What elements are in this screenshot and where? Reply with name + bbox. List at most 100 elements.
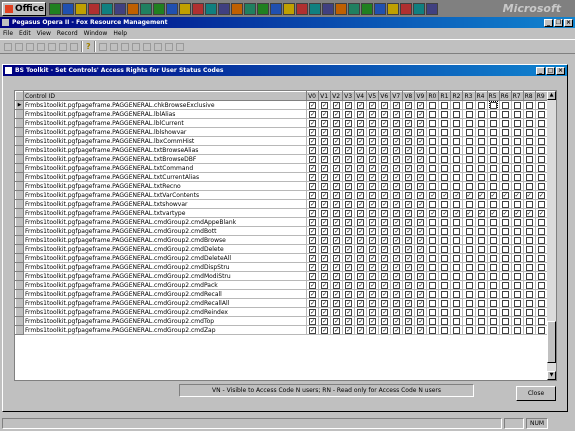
- access-checkbox[interactable]: ✓: [309, 218, 317, 226]
- access-checkbox[interactable]: [525, 308, 533, 316]
- access-checkbox[interactable]: ✓: [309, 110, 317, 118]
- access-checkbox[interactable]: ✓: [417, 200, 425, 208]
- access-checkbox[interactable]: [477, 155, 485, 163]
- access-checkbox[interactable]: ✓: [357, 173, 365, 181]
- access-checkbox[interactable]: ✓: [345, 173, 353, 181]
- table-row[interactable]: Frmbs1toolkit.pgfpageframe.PAGGENERAL.tx…: [15, 181, 549, 191]
- access-checkbox[interactable]: [429, 146, 437, 154]
- access-checkbox[interactable]: ✓: [345, 182, 353, 190]
- print-icon[interactable]: [175, 42, 184, 51]
- access-checkbox[interactable]: ✓: [381, 308, 389, 316]
- access-checkbox[interactable]: [489, 290, 497, 298]
- access-checkbox[interactable]: ✓: [345, 146, 353, 154]
- access-checkbox[interactable]: [525, 272, 533, 280]
- access-checkbox[interactable]: ✓: [309, 263, 317, 271]
- access-checkbox[interactable]: ✓: [417, 191, 425, 199]
- row-selector[interactable]: [15, 154, 25, 164]
- access-checkbox[interactable]: ✓: [321, 110, 329, 118]
- access-checkbox[interactable]: ✓: [309, 200, 317, 208]
- table-row[interactable]: Frmbs1toolkit.pgfpageframe.PAGGENERAL.tx…: [15, 208, 549, 218]
- access-checkbox[interactable]: [429, 272, 437, 280]
- access-checkbox[interactable]: [537, 308, 545, 316]
- access-checkbox[interactable]: [537, 281, 545, 289]
- access-checkbox[interactable]: ✓: [381, 182, 389, 190]
- access-checkbox[interactable]: [501, 119, 509, 127]
- access-checkbox[interactable]: [477, 101, 485, 109]
- access-checkbox[interactable]: [513, 164, 521, 172]
- access-checkbox[interactable]: [453, 281, 461, 289]
- access-checkbox[interactable]: ✓: [333, 155, 341, 163]
- access-checkbox[interactable]: [429, 173, 437, 181]
- access-checkbox[interactable]: [501, 290, 509, 298]
- access-checkbox[interactable]: [513, 290, 521, 298]
- new-icon[interactable]: [4, 42, 12, 51]
- help-icon[interactable]: ?: [86, 42, 91, 51]
- access-checkbox[interactable]: [513, 101, 521, 109]
- office-shortcut-icon[interactable]: [205, 2, 217, 15]
- access-checkbox[interactable]: [429, 290, 437, 298]
- access-checkbox[interactable]: ✓: [345, 209, 353, 217]
- access-checkbox[interactable]: ✓: [381, 137, 389, 145]
- access-checkbox[interactable]: [441, 128, 449, 136]
- menu-file[interactable]: File: [3, 30, 13, 37]
- access-checkbox[interactable]: ✓: [333, 146, 341, 154]
- access-checkbox[interactable]: [537, 218, 545, 226]
- access-checkbox[interactable]: [489, 128, 497, 136]
- access-checkbox[interactable]: [441, 254, 449, 262]
- table-row[interactable]: Frmbs1toolkit.pgfpageframe.PAGGENERAL.tx…: [15, 172, 549, 182]
- access-checkbox[interactable]: ✓: [357, 155, 365, 163]
- table-row[interactable]: Frmbs1toolkit.pgfpageframe.PAGGENERAL.cm…: [15, 316, 549, 326]
- access-checkbox[interactable]: ✓: [381, 128, 389, 136]
- access-checkbox[interactable]: ✓: [405, 191, 413, 199]
- access-checkbox[interactable]: [489, 263, 497, 271]
- access-checkbox[interactable]: [429, 101, 437, 109]
- access-checkbox[interactable]: ✓: [333, 173, 341, 181]
- access-checkbox[interactable]: [525, 254, 533, 262]
- access-checkbox[interactable]: ✓: [501, 191, 509, 199]
- row-selector[interactable]: [15, 190, 25, 200]
- column-header-v3[interactable]: V3: [342, 91, 356, 101]
- access-checkbox[interactable]: ✓: [381, 218, 389, 226]
- access-checkbox[interactable]: ✓: [321, 200, 329, 208]
- access-checkbox[interactable]: [489, 227, 497, 235]
- access-checkbox[interactable]: [477, 128, 485, 136]
- access-checkbox[interactable]: ✓: [381, 326, 389, 334]
- access-checkbox[interactable]: [441, 272, 449, 280]
- access-checkbox[interactable]: ✓: [525, 209, 533, 217]
- access-checkbox[interactable]: ✓: [333, 128, 341, 136]
- access-checkbox[interactable]: [513, 227, 521, 235]
- access-checkbox[interactable]: ✓: [333, 245, 341, 253]
- access-checkbox[interactable]: [489, 200, 497, 208]
- access-checkbox[interactable]: [441, 245, 449, 253]
- access-checkbox[interactable]: ✓: [333, 218, 341, 226]
- access-checkbox[interactable]: ✓: [321, 218, 329, 226]
- access-checkbox[interactable]: ✓: [333, 101, 341, 109]
- access-checkbox[interactable]: [465, 299, 473, 307]
- access-checkbox[interactable]: [501, 137, 509, 145]
- access-checkbox[interactable]: [489, 272, 497, 280]
- access-checkbox[interactable]: ✓: [357, 218, 365, 226]
- office-shortcut-icon[interactable]: [231, 2, 243, 15]
- access-checkbox[interactable]: [465, 182, 473, 190]
- access-checkbox[interactable]: ✓: [309, 326, 317, 334]
- access-checkbox[interactable]: [513, 272, 521, 280]
- access-checkbox[interactable]: [453, 182, 461, 190]
- access-checkbox[interactable]: [525, 155, 533, 163]
- table-row[interactable]: Frmbs1toolkit.pgfpageframe.PAGGENERAL.cm…: [15, 271, 549, 281]
- access-checkbox[interactable]: [453, 137, 461, 145]
- access-checkbox[interactable]: [501, 245, 509, 253]
- access-checkbox[interactable]: ✓: [357, 137, 365, 145]
- row-selector[interactable]: [15, 253, 25, 263]
- scroll-down-arrow[interactable]: ▼: [547, 371, 556, 380]
- office-shortcut-icon[interactable]: [140, 2, 152, 15]
- column-header-v2[interactable]: V2: [330, 91, 344, 101]
- column-header-v8[interactable]: V8: [402, 91, 416, 101]
- access-checkbox[interactable]: [513, 263, 521, 271]
- access-checkbox[interactable]: [513, 200, 521, 208]
- access-checkbox[interactable]: [429, 110, 437, 118]
- access-checkbox[interactable]: [465, 164, 473, 172]
- access-checkbox[interactable]: [465, 236, 473, 244]
- child-maximize-button[interactable]: □: [546, 66, 555, 75]
- access-checkbox[interactable]: [525, 173, 533, 181]
- first-record-icon[interactable]: [98, 42, 107, 51]
